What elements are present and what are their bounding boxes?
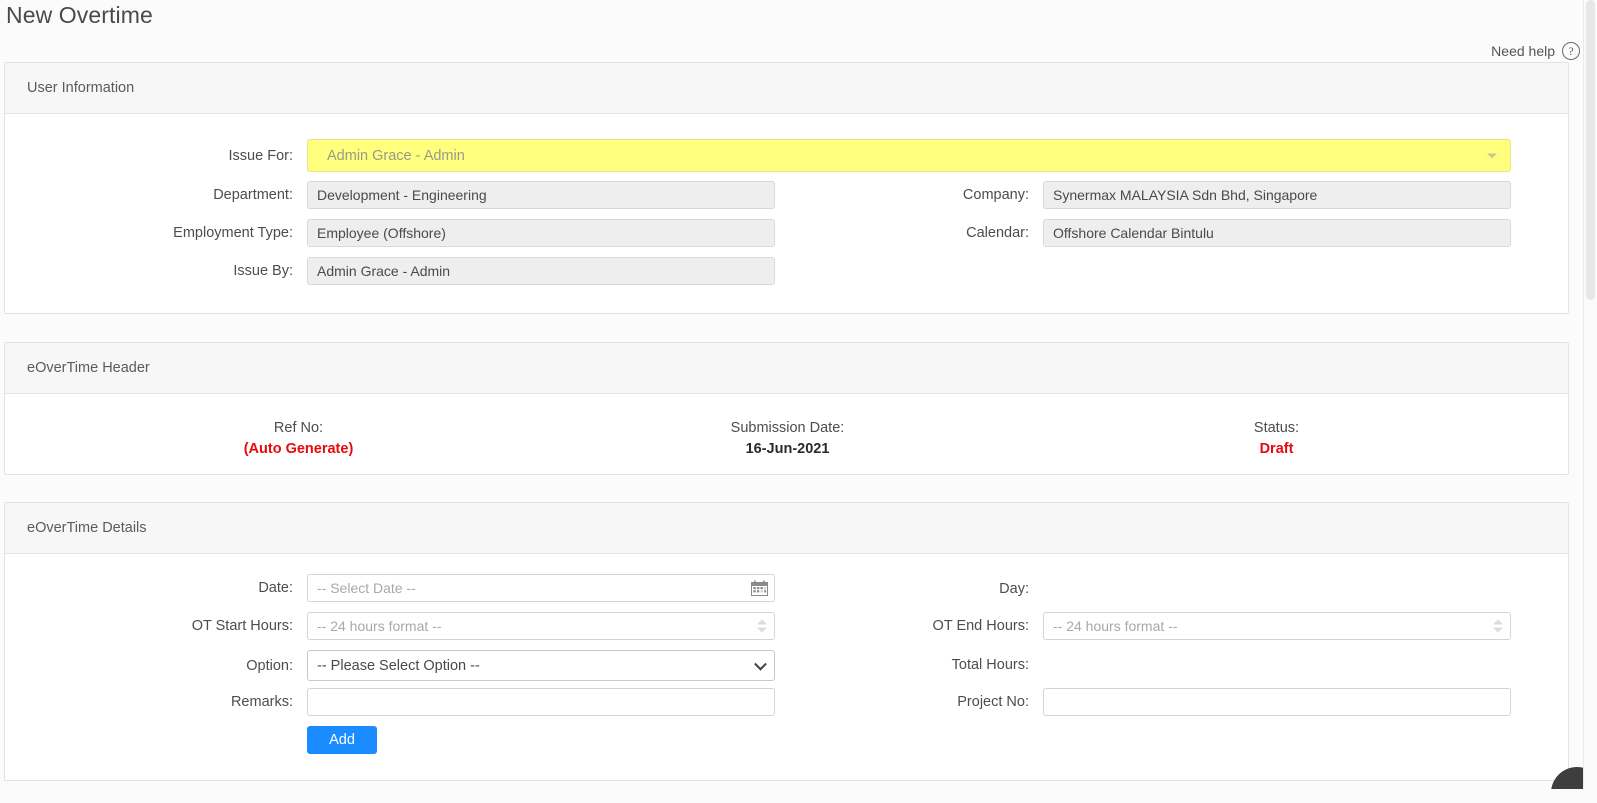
vertical-scrollbar-thumb[interactable] xyxy=(1586,0,1595,300)
date-input[interactable] xyxy=(307,574,775,602)
field-project-no-label: Project No: xyxy=(957,694,1029,710)
option-select[interactable]: -- Please Select Option -- xyxy=(307,650,775,681)
field-ot-start-hours: OT Start Hours: xyxy=(5,612,777,640)
project-no-input[interactable] xyxy=(1043,688,1511,716)
field-remarks-label: Remarks: xyxy=(230,694,293,710)
stat-status: Status: Draft xyxy=(983,420,1570,457)
panel-eovertime-details-head: eOverTime Details xyxy=(5,503,1568,554)
field-department-label: Department: xyxy=(213,187,293,203)
page-title: New Overtime xyxy=(6,2,153,28)
field-issue-for-label: Issue For: xyxy=(228,147,293,164)
field-ot-start-hours-label: OT Start Hours: xyxy=(191,618,293,634)
field-ot-end-hours-label: OT End Hours: xyxy=(932,618,1029,634)
employment-type-input xyxy=(307,219,775,247)
page-root: New Overtime Need help ? User Informatio… xyxy=(0,0,1597,803)
field-project-no: Project No: xyxy=(741,688,1513,716)
panel-title: eOverTime Header xyxy=(27,360,150,376)
field-option: Option: -- Please Select Option -- xyxy=(5,650,777,681)
status-label: Status: xyxy=(1253,420,1300,436)
field-total-hours: Total Hours: xyxy=(741,650,1513,680)
panel-title: eOverTime Details xyxy=(27,520,147,536)
field-issue-for: Issue For: xyxy=(5,139,1515,172)
need-help-link[interactable]: Need help ? xyxy=(1491,42,1580,60)
panel-user-information-header: User Information xyxy=(5,63,1568,114)
status-badge: Draft xyxy=(1259,441,1294,457)
chevron-down-icon[interactable] xyxy=(1487,153,1497,158)
field-calendar: Calendar: xyxy=(741,219,1513,247)
bottom-strip xyxy=(0,789,1597,803)
field-day-label: Day: xyxy=(999,581,1029,597)
field-issue-by: Issue By: xyxy=(5,257,777,285)
total-hours-value xyxy=(1043,656,1511,674)
panel-title: User Information xyxy=(27,80,135,96)
remarks-input[interactable] xyxy=(307,688,775,716)
field-employment-type-label: Employment Type: xyxy=(173,225,293,241)
ot-end-hours-input[interactable] xyxy=(1043,612,1511,640)
day-value xyxy=(1043,580,1511,598)
need-help-label: Need help xyxy=(1491,43,1555,59)
field-employment-type: Employment Type: xyxy=(5,219,777,247)
panel-eovertime-details: eOverTime Details Date: -- Select Date -… xyxy=(4,502,1569,781)
field-ot-end-hours: OT End Hours: xyxy=(741,612,1513,640)
issue-by-input xyxy=(307,257,775,285)
vertical-scrollbar[interactable] xyxy=(1583,0,1597,803)
question-mark-circle-icon[interactable]: ? xyxy=(1562,42,1580,60)
field-company: Company: xyxy=(741,181,1513,209)
field-department: Department: xyxy=(5,181,777,209)
add-button[interactable]: Add xyxy=(307,726,377,754)
panel-eovertime-header: eOverTime Header Ref No: (Auto Generate)… xyxy=(4,342,1569,475)
field-remarks: Remarks: xyxy=(5,688,777,716)
panel-user-information: User Information Issue For: Department: xyxy=(4,62,1569,314)
field-date: Date: xyxy=(5,574,777,602)
field-option-label: Option: xyxy=(246,657,293,674)
department-input xyxy=(307,181,775,209)
field-day: Day: xyxy=(741,574,1513,604)
ot-start-hours-input[interactable] xyxy=(307,612,775,640)
company-input xyxy=(1043,181,1511,209)
field-total-hours-label: Total Hours: xyxy=(951,657,1029,673)
field-issue-by-label: Issue By: xyxy=(233,263,293,279)
field-calendar-label: Calendar: xyxy=(966,225,1029,241)
add-button-row: Add xyxy=(5,726,777,754)
field-company-label: Company: xyxy=(962,187,1029,203)
issue-for-input[interactable] xyxy=(307,139,1511,172)
panel-eovertime-header-head: eOverTime Header xyxy=(5,343,1568,394)
field-date-label: Date: xyxy=(258,580,293,596)
spinner-up-down-icon[interactable] xyxy=(1493,619,1503,633)
calendar-input xyxy=(1043,219,1511,247)
